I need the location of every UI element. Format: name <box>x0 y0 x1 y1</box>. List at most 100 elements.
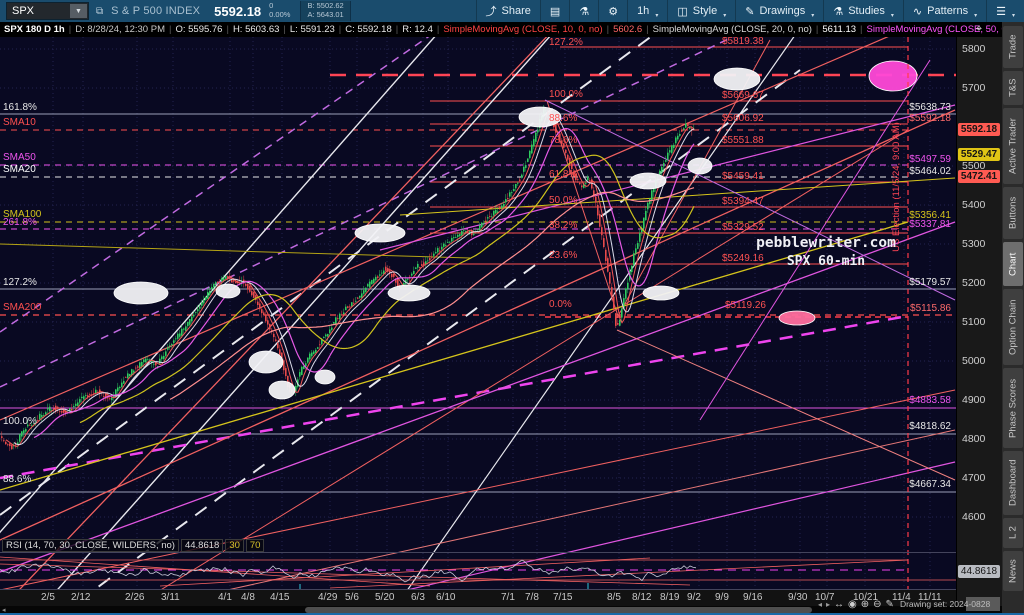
candle-body <box>179 333 181 337</box>
menu-button[interactable]: ☰ ▾ <box>986 0 1024 22</box>
candle-body <box>307 357 309 363</box>
timeframe-button[interactable]: 1h ▾ <box>627 0 667 22</box>
candle-body <box>455 237 457 238</box>
candle-body <box>555 124 557 133</box>
share-button[interactable]: ⤴ Share <box>475 0 540 22</box>
tab-option-chain[interactable]: Option Chain <box>1003 289 1023 365</box>
fib-price-label: $5394.47 <box>722 196 764 207</box>
candle-body <box>639 233 641 242</box>
symbol-dropdown-icon[interactable]: ▼ <box>70 4 87 18</box>
draw-icon[interactable]: ✎ <box>886 599 894 610</box>
candle-body <box>259 303 261 310</box>
patterns-button-label: Patterns <box>927 5 969 17</box>
link-icon[interactable]: ⧉ <box>96 6 103 17</box>
price-chart-svg[interactable]: US Election (11/5/24, 9:00 AM) 161.8% SMA1… <box>0 0 956 615</box>
caret-down-icon: ▾ <box>974 13 978 19</box>
candle-body <box>571 162 573 170</box>
patterns-button[interactable]: ∿ Patterns ▾ <box>902 0 986 22</box>
candle-body <box>447 242 449 243</box>
candle-body <box>173 340 175 344</box>
drawing-ellipse[interactable] <box>687 157 713 175</box>
candle-body <box>217 281 219 284</box>
drawing-ellipse[interactable] <box>248 350 284 374</box>
candle-body <box>451 237 453 242</box>
drawing-ellipse[interactable] <box>868 60 918 92</box>
tab-dashboard[interactable]: Dashboard <box>1003 451 1023 515</box>
caret-down-icon: ▾ <box>723 13 727 19</box>
studies-button[interactable]: ⚗ Studies ▾ <box>823 0 903 22</box>
candle-body <box>413 270 415 274</box>
rsi-label[interactable]: RSI (14, 70, 30, CLOSE, WILDERS, no) <box>2 539 179 552</box>
candle-body <box>515 184 517 189</box>
candle-body <box>473 233 475 235</box>
header-segment: O: 5595.76 <box>175 24 223 35</box>
price-tick: 5200 <box>962 277 986 289</box>
drawing-ellipse[interactable] <box>713 67 761 91</box>
symbol-text[interactable]: SPX <box>7 5 69 17</box>
scroll-right-icon[interactable]: ▸ <box>826 600 830 609</box>
menu-icon: ☰ <box>996 5 1006 18</box>
price-axis[interactable]: 5800 5700 5500 5400 5300 5200 5100 5000 4900 4800… <box>956 37 1003 606</box>
candle-body <box>377 276 379 278</box>
price-tick: 5800 <box>962 43 986 55</box>
tab-buttons[interactable]: Buttons <box>1003 187 1023 239</box>
price-tick: 5300 <box>962 238 986 250</box>
candle-body <box>633 253 635 266</box>
candle-body <box>201 302 203 306</box>
level-label-right: $5337.81 <box>909 219 951 230</box>
drawing-ellipse[interactable] <box>778 310 816 326</box>
drawing-ellipse[interactable] <box>314 369 336 385</box>
candle-body <box>191 316 193 322</box>
flask-button[interactable]: ⚗ <box>569 0 598 22</box>
zoom-in-icon[interactable]: ⊕ <box>861 599 869 610</box>
candle-body <box>617 323 619 325</box>
settings-button[interactable]: ⚙ <box>598 0 627 22</box>
candle-body <box>257 301 259 305</box>
crosshair-tool-icon[interactable]: ⌖ <box>958 23 1000 36</box>
drawing-ellipse[interactable] <box>387 284 431 302</box>
candle-body <box>207 292 209 299</box>
scroll-left-icon[interactable]: ◂ <box>818 600 822 609</box>
time-tick: 7/15 <box>553 592 573 603</box>
drawing-ellipse[interactable] <box>642 285 680 301</box>
candle-body <box>357 297 359 299</box>
tab-l-2[interactable]: L 2 <box>1003 518 1023 548</box>
tab-phase-scores[interactable]: Phase Scores <box>1003 368 1023 448</box>
time-axis[interactable]: 2/5 2/12 2/26 3/11 4/1 4/8 4/15 4/29 5/6 5/20 6/3 6… <box>0 590 956 606</box>
header-segment: C: 5592.18 <box>345 24 392 35</box>
time-tick: 8/12 <box>632 592 652 603</box>
candle-body <box>171 344 173 346</box>
drawing-set-label[interactable]: Drawing set: 2024-0828 <box>900 599 990 609</box>
price-tick: 4700 <box>962 472 986 484</box>
fib-price-label: $5249.16 <box>722 253 764 264</box>
candle-body <box>597 204 599 216</box>
tab-news[interactable]: News <box>1003 551 1023 591</box>
drawings-button[interactable]: ✎ Drawings ▾ <box>735 0 823 22</box>
toolbar-buttons: ⤴ Share ▤ ⚗ ⚙ 1h ▾ ◫ Style ▾ ✎ Drawings ▾ ⚗ Studies ▾ ∿ P… <box>475 0 1024 22</box>
fib-price-label: $5819.38 <box>722 37 764 47</box>
symbol-input[interactable]: SPX ▼ <box>6 2 89 20</box>
candle-body <box>349 306 351 308</box>
tab-active-trader[interactable]: Active Trader <box>1003 108 1023 184</box>
candle-body <box>273 333 275 338</box>
drawing-ellipse[interactable] <box>354 223 406 243</box>
candle-body <box>521 174 523 178</box>
drawing-ellipse[interactable] <box>268 380 296 400</box>
auto-scale-icon[interactable]: ◉ <box>848 599 857 610</box>
drawing-ellipse[interactable] <box>113 281 169 305</box>
drawing-ellipse[interactable] <box>215 283 241 299</box>
level-label-left: 100.0% <box>3 416 37 427</box>
candle-body <box>677 135 679 140</box>
drawing-ellipse[interactable] <box>629 172 667 190</box>
chart-area[interactable]: US Election (11/5/24, 9:00 AM) 161.8% SMA1… <box>0 0 956 615</box>
pan-icon[interactable]: ↔ <box>834 599 844 610</box>
calendar-button[interactable]: ▤ <box>539 0 569 22</box>
level-label-right: $4667.34 <box>909 479 951 490</box>
style-button[interactable]: ◫ Style ▾ <box>667 0 735 22</box>
tab-chart[interactable]: Chart <box>1003 242 1023 286</box>
tab-t-s[interactable]: T&S <box>1003 71 1023 105</box>
header-segment: R: 12.4 <box>402 24 433 35</box>
fib-price-label: $5119.26 <box>725 300 766 311</box>
zoom-out-icon[interactable]: ⊖ <box>873 599 881 610</box>
tab-trade[interactable]: Trade <box>1003 26 1023 68</box>
